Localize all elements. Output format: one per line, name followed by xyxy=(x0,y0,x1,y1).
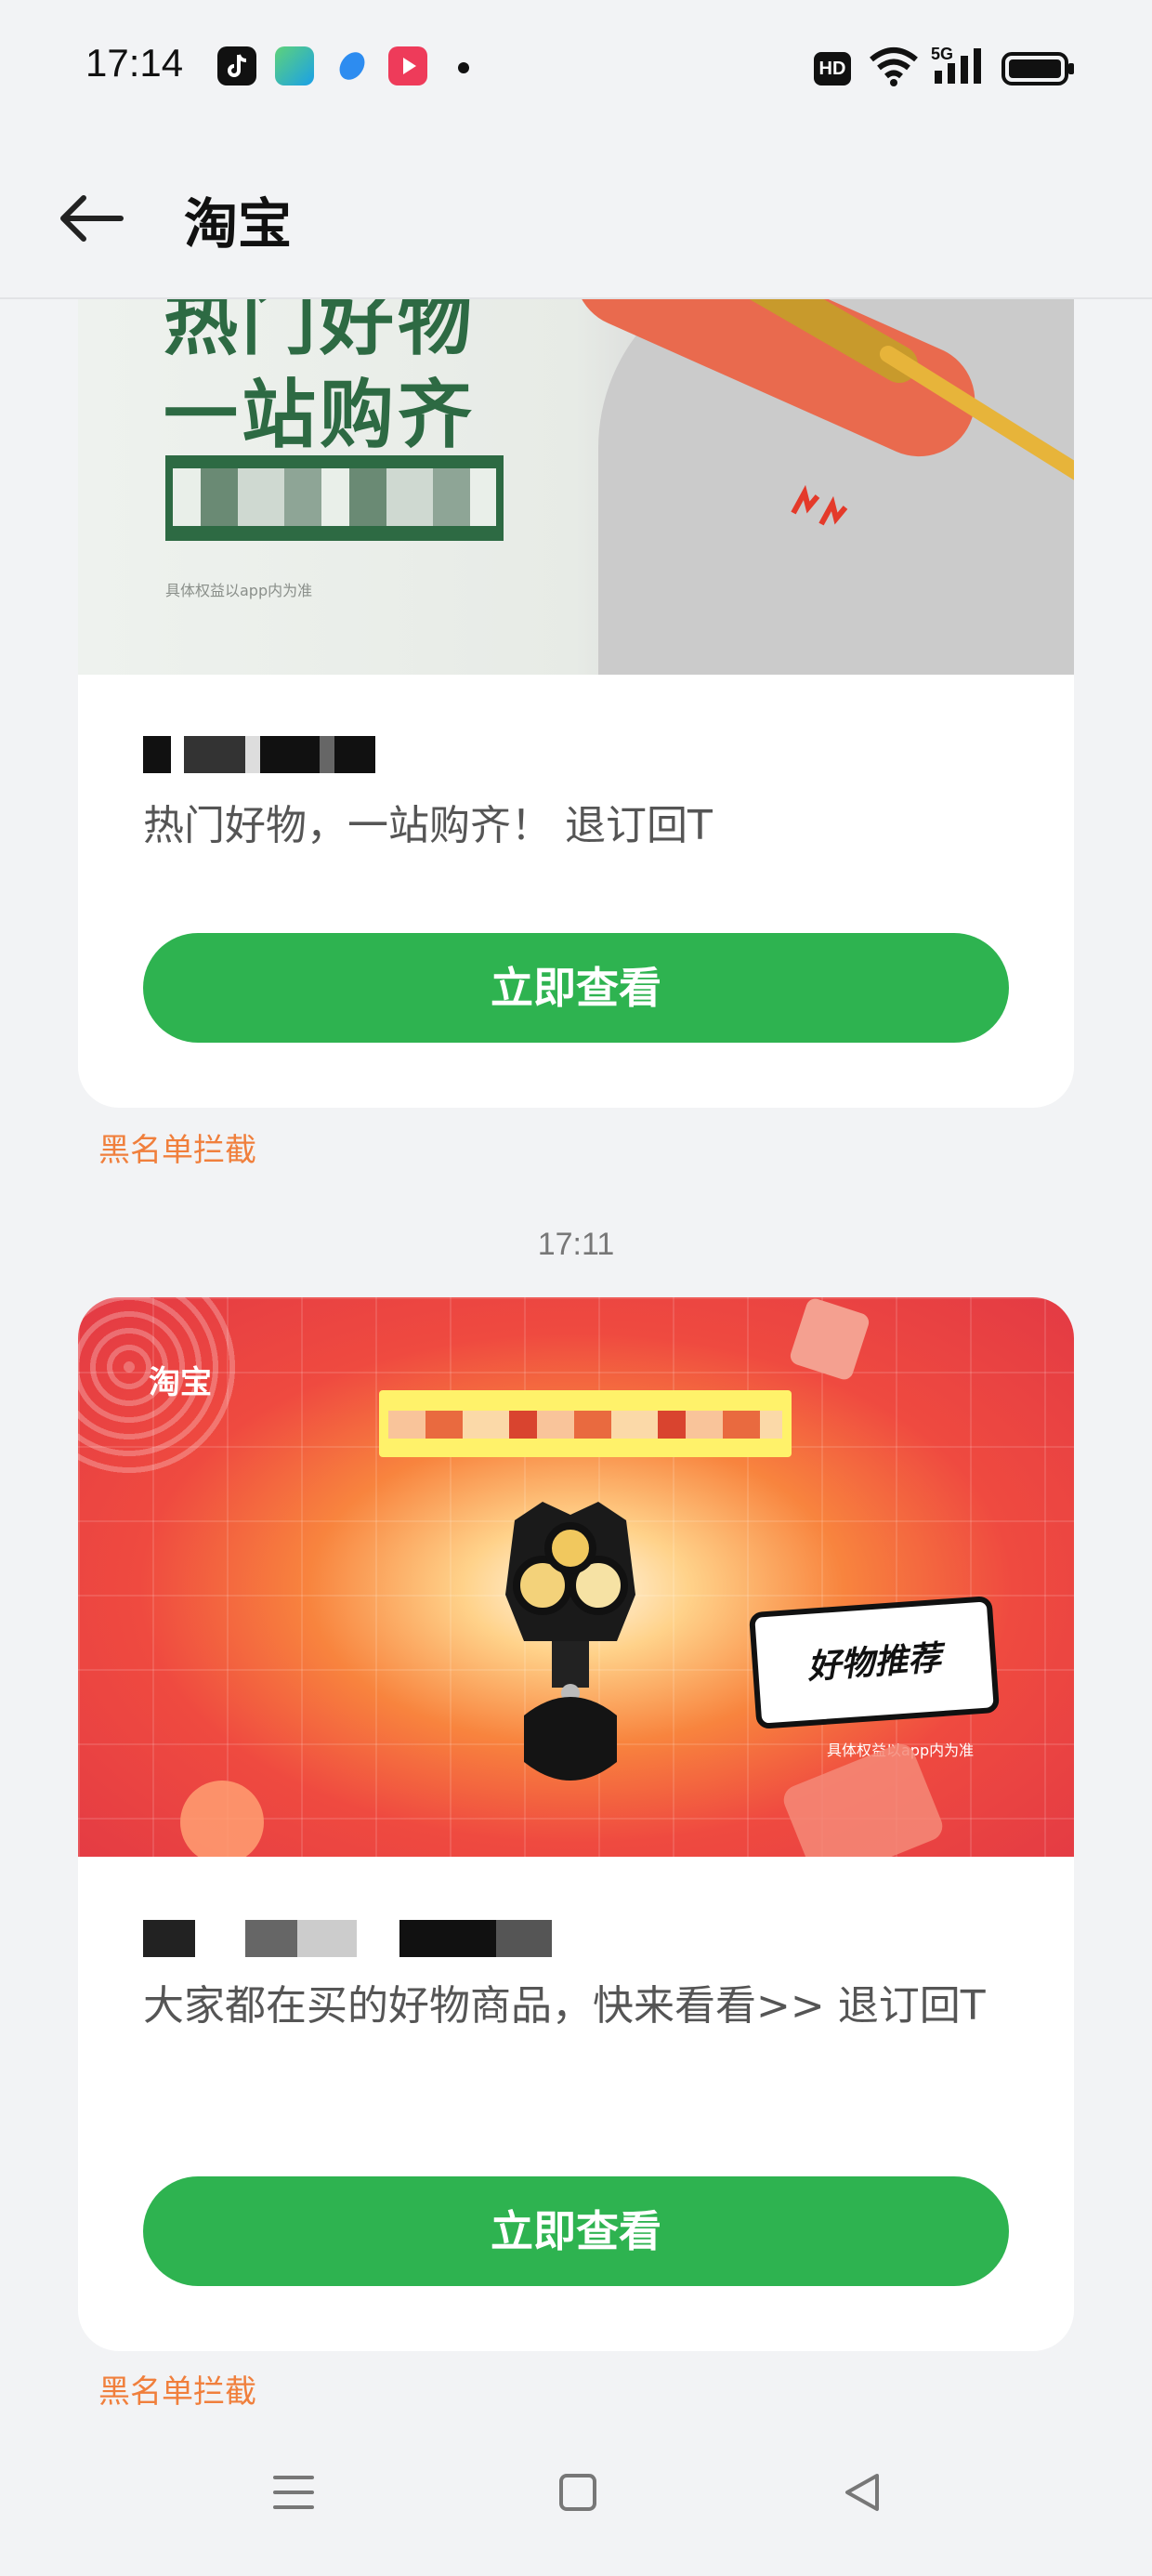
message-banner-image[interactable]: 热门好物 一站购齐 具体权益以app内为准 xyxy=(78,299,1074,675)
recommend-badge: 好物推荐 xyxy=(748,1596,1001,1729)
navigation-bar xyxy=(0,2416,1152,2576)
video-app-icon xyxy=(388,46,427,85)
message-banner-image[interactable]: 淘宝 好物推荐 具体权益以app内为准 xyxy=(78,1297,1074,1857)
message-card: 热门好物 一站购齐 具体权益以app内为准 热门好物，一站购齐！ 退订回T 立即… xyxy=(78,299,1074,1108)
view-now-button[interactable]: 立即查看 xyxy=(143,933,1009,1043)
message-body: 大家都在买的好物商品，快来看看>> 退订回T xyxy=(143,1982,986,2030)
blacklist-label: 黑名单拦截 xyxy=(98,2373,256,2411)
product-lamp-icon xyxy=(505,1502,635,1781)
app-header: 淘宝 xyxy=(0,139,1152,299)
tiktok-icon xyxy=(217,46,256,85)
app-store-icon xyxy=(275,46,314,85)
message-body: 热门好物，一站购齐！ 退订回T xyxy=(143,802,713,849)
wifi-icon xyxy=(870,47,918,86)
message-card: 淘宝 好物推荐 具体权益以app内为准 大家都在买的好物商品，快来看看>> 退订… xyxy=(78,1297,1074,2351)
blue-app-icon xyxy=(333,46,372,85)
menu-icon[interactable] xyxy=(271,2470,316,2515)
back-button[interactable] xyxy=(56,191,130,246)
redacted-title xyxy=(143,1920,552,1957)
taobao-logo: 淘宝 xyxy=(149,1364,212,1401)
banner-fineprint: 具体权益以app内为准 xyxy=(165,582,313,599)
hd-badge: HD xyxy=(814,52,851,85)
spark-icon xyxy=(791,484,848,526)
recommend-badge-text: 好物推荐 xyxy=(805,1639,943,1687)
header-title: 淘宝 xyxy=(184,192,293,256)
banner-redacted-bar xyxy=(379,1390,792,1457)
blacklist-label: 黑名单拦截 xyxy=(98,1132,256,1169)
banner-headline: 一站购齐 xyxy=(164,372,476,458)
back-icon[interactable] xyxy=(840,2470,884,2515)
message-timestamp: 17:11 xyxy=(537,1227,615,1262)
view-now-button[interactable]: 立即查看 xyxy=(143,2176,1009,2286)
battery-icon xyxy=(1001,52,1074,85)
home-icon[interactable] xyxy=(556,2470,600,2515)
redacted-block xyxy=(173,468,496,526)
status-time: 17:14 xyxy=(85,41,184,85)
arrow-left-icon xyxy=(60,195,124,242)
notification-dot-icon xyxy=(458,62,469,73)
redacted-block xyxy=(388,1411,782,1439)
signal-5g-icon: 5G xyxy=(931,45,981,84)
banner-redacted-bar xyxy=(165,455,504,541)
status-bar: 17:14 HD 5G xyxy=(0,0,1152,139)
svg-text:5G: 5G xyxy=(931,45,953,63)
redacted-title xyxy=(143,736,375,773)
coin-icon xyxy=(180,1781,264,1857)
